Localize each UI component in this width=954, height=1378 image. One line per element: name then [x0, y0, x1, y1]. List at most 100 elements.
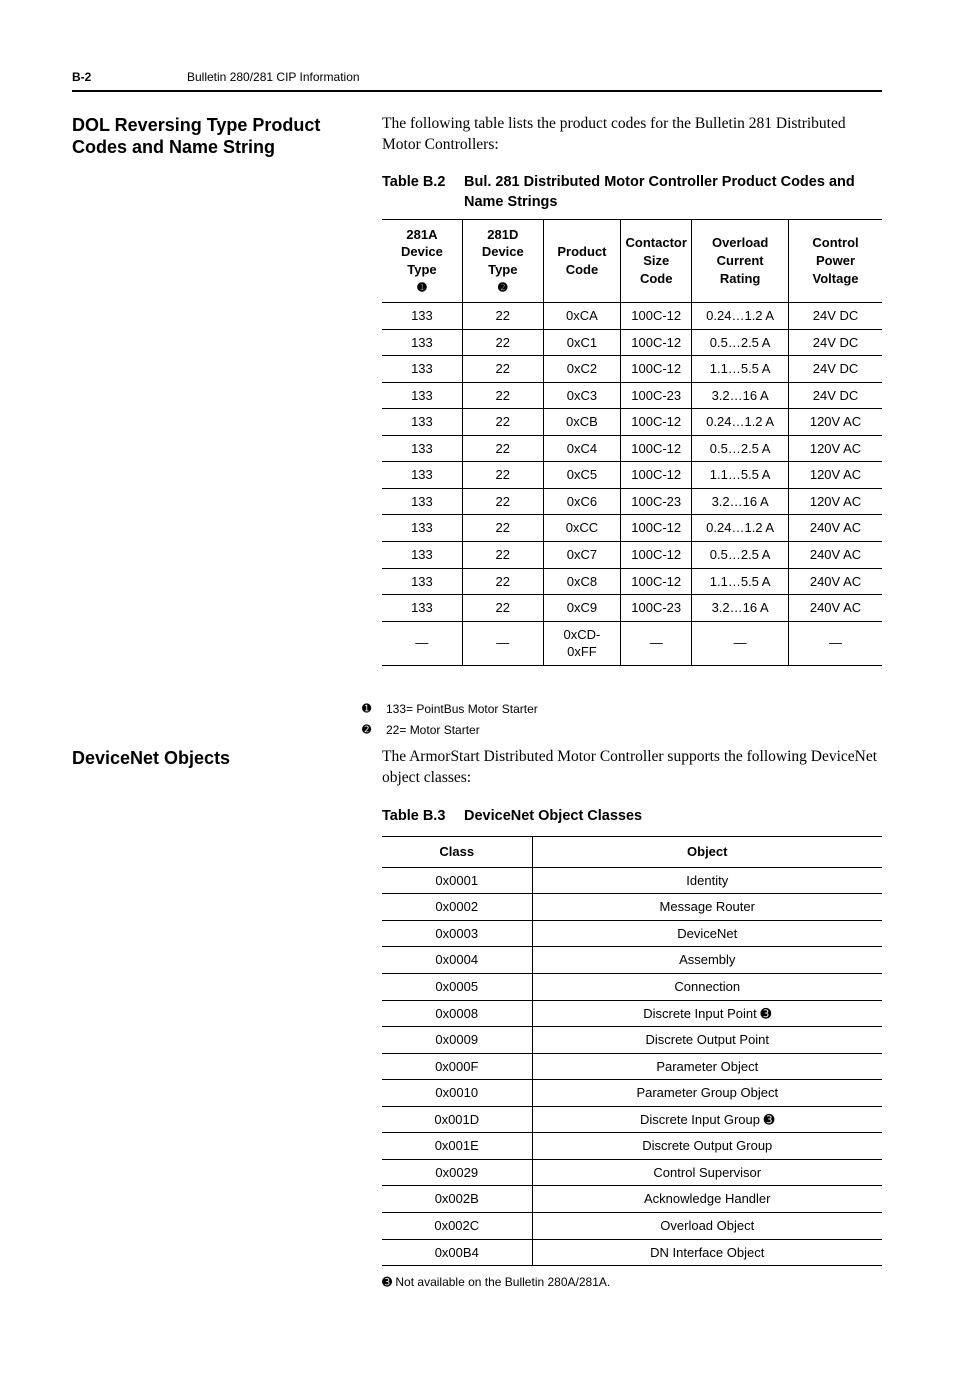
table-cell: 133	[382, 515, 462, 542]
table-row: 133220xCA100C-120.24…1.2 A24V DC	[382, 303, 882, 330]
table-cell: 240V AC	[789, 568, 882, 595]
table-cell: 0x0001	[382, 867, 532, 894]
table-cell: 133	[382, 303, 462, 330]
table-cell: 0xC8	[543, 568, 620, 595]
table-cell: 22	[462, 462, 543, 489]
table-cell: DeviceNet	[532, 920, 882, 947]
table-cell: 22	[462, 435, 543, 462]
table-row: 0x0009Discrete Output Point	[382, 1027, 882, 1054]
footnotes-1: ➊ 133= PointBus Motor Starter ➋ 22= Moto…	[362, 702, 852, 739]
table-cell: 3.2…16 A	[692, 488, 789, 515]
table-cell: 100C-12	[621, 303, 692, 330]
table-cell: 22	[462, 356, 543, 383]
table-cell: 0x0004	[382, 947, 532, 974]
table-cell: 133	[382, 541, 462, 568]
table-row: 133220xC9100C-233.2…16 A240V AC	[382, 595, 882, 622]
table-cell: 100C-23	[621, 595, 692, 622]
table-cell: 133	[382, 462, 462, 489]
table-cell: 22	[462, 515, 543, 542]
table-cell: 0xCB	[543, 409, 620, 436]
th-voltage: Control Power Voltage	[789, 219, 882, 302]
table-cell: Control Supervisor	[532, 1159, 882, 1186]
devicenet-table: Class Object 0x0001Identity0x0002Message…	[382, 836, 882, 1266]
table-row: 133220xC7100C-120.5…2.5 A240V AC	[382, 541, 882, 568]
table-cell: 24V DC	[789, 329, 882, 356]
table-row: 133220xC3100C-233.2…16 A24V DC	[382, 382, 882, 409]
table-cell: 100C-23	[621, 382, 692, 409]
table-cell: 3.2…16 A	[692, 595, 789, 622]
table-cell: 133	[382, 356, 462, 383]
table-row: 0x0002Message Router	[382, 894, 882, 921]
table-cell: 0x002B	[382, 1186, 532, 1213]
table-cell: 22	[462, 409, 543, 436]
table-cell: 0xCD-0xFF	[543, 621, 620, 665]
th-contactor: Contactor Size Code	[621, 219, 692, 302]
table-cell: 0.5…2.5 A	[692, 435, 789, 462]
footnote-2: ➋ 22= Motor Starter	[362, 723, 852, 739]
table-cell: —	[692, 621, 789, 665]
table-row: 0x002COverload Object	[382, 1212, 882, 1239]
table-cell: 3.2…16 A	[692, 382, 789, 409]
table-cell: 240V AC	[789, 515, 882, 542]
table-cell: 0x000F	[382, 1053, 532, 1080]
table-cell: 0xC3	[543, 382, 620, 409]
table-cell: 0x0003	[382, 920, 532, 947]
table-cell: 0.24…1.2 A	[692, 409, 789, 436]
table-cell: 24V DC	[789, 356, 882, 383]
table-caption: Table B.3 DeviceNet Object Classes	[382, 807, 882, 827]
table-cell: 0x0010	[382, 1080, 532, 1107]
table-cell: Parameter Object	[532, 1053, 882, 1080]
table-cell: 0xC1	[543, 329, 620, 356]
table-cell: 0xCA	[543, 303, 620, 330]
table-cell: Message Router	[532, 894, 882, 921]
table-cell: Connection	[532, 974, 882, 1001]
table-cell: 0xCC	[543, 515, 620, 542]
table-cell: —	[621, 621, 692, 665]
table-row: 133220xC2100C-121.1…5.5 A24V DC	[382, 356, 882, 383]
table-cell: 24V DC	[789, 382, 882, 409]
table-cell: 100C-12	[621, 329, 692, 356]
table-row: 0x0010Parameter Group Object	[382, 1080, 882, 1107]
table-cell: 0x0009	[382, 1027, 532, 1054]
table-cell: 0x0029	[382, 1159, 532, 1186]
table-row: 0x002BAcknowledge Handler	[382, 1186, 882, 1213]
table-row: 0x0004Assembly	[382, 947, 882, 974]
section-devicenet: DeviceNet Objects The ArmorStart Distrib…	[72, 747, 882, 1290]
table-cell: 0xC9	[543, 595, 620, 622]
table-cell: 0x0008	[382, 1000, 532, 1027]
table-cell: 22	[462, 541, 543, 568]
table-cell: Discrete Output Group	[532, 1133, 882, 1160]
table-cell: 0x0002	[382, 894, 532, 921]
table-cell: 133	[382, 382, 462, 409]
section-intro: The following table lists the product co…	[382, 114, 882, 156]
page-number: B-2	[72, 70, 187, 86]
table-cell: 133	[382, 488, 462, 515]
table-cell: DN Interface Object	[532, 1239, 882, 1266]
table-cell: —	[789, 621, 882, 665]
table-cell: Discrete Output Point	[532, 1027, 882, 1054]
table-cell: 0x002C	[382, 1212, 532, 1239]
section-intro: The ArmorStart Distributed Motor Control…	[382, 747, 882, 789]
table-row: 133220xCC100C-120.24…1.2 A240V AC	[382, 515, 882, 542]
table-caption-text: Bul. 281 Distributed Motor Controller Pr…	[464, 173, 882, 212]
table-cell: 240V AC	[789, 595, 882, 622]
table-cell: 22	[462, 303, 543, 330]
table-cell: Assembly	[532, 947, 882, 974]
table-cell: 0.5…2.5 A	[692, 541, 789, 568]
table-cell: 0x0005	[382, 974, 532, 1001]
product-codes-table: 281A Device Type ➊ 281D Device Type ➋ Pr…	[382, 219, 882, 666]
table-caption-num: Table B.2	[382, 173, 450, 212]
table-cell: 240V AC	[789, 541, 882, 568]
table-cell: 0.5…2.5 A	[692, 329, 789, 356]
table-row: 133220xC8100C-121.1…5.5 A240V AC	[382, 568, 882, 595]
table-cell: 0xC6	[543, 488, 620, 515]
table-cell: 0xC5	[543, 462, 620, 489]
table-cell: —	[382, 621, 462, 665]
table-row: 133220xC6100C-233.2…16 A120V AC	[382, 488, 882, 515]
table-cell: 0xC2	[543, 356, 620, 383]
table-cell: 0x00B4	[382, 1239, 532, 1266]
table-row: 133220xC1100C-120.5…2.5 A24V DC	[382, 329, 882, 356]
table-row: 133220xC4100C-120.5…2.5 A120V AC	[382, 435, 882, 462]
table-cell: 22	[462, 329, 543, 356]
table-cell: Parameter Group Object	[532, 1080, 882, 1107]
